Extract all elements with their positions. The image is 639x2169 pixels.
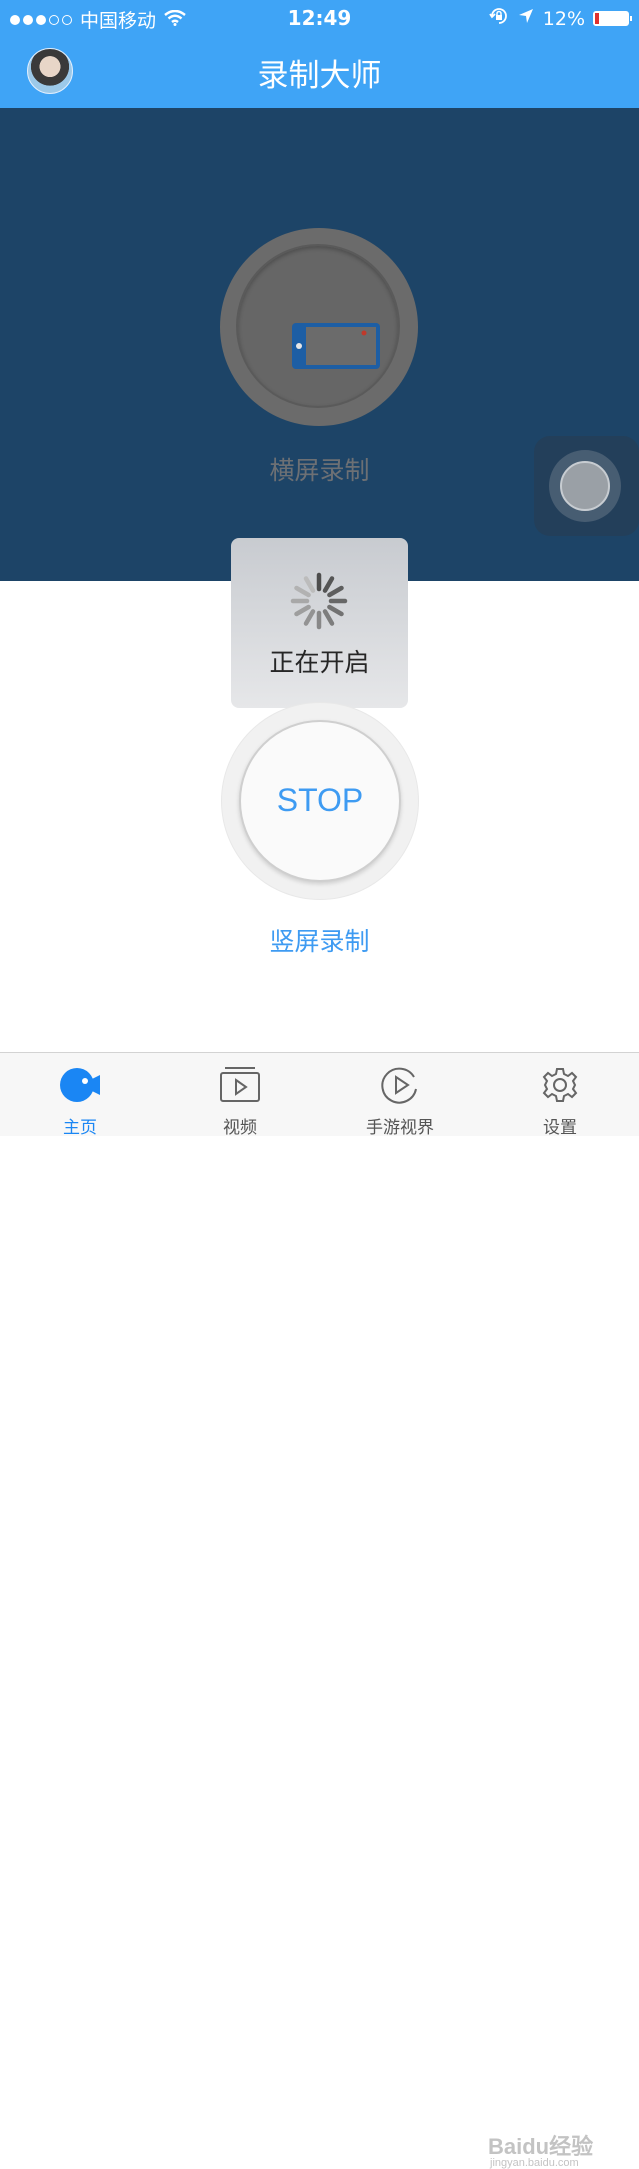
tab-bar: 主页 视频 手游视界 设置 Baidu经验 jingyan.baidu.com [0,1052,639,2169]
assistive-touch-button[interactable] [534,436,639,536]
landscape-phone-icon [292,323,380,369]
portrait-record-label[interactable]: 竖屏录制 [0,922,639,958]
nav-bar: 录制大师 [0,36,639,108]
orientation-lock-icon [489,6,509,31]
status-bar: 中国移动 12:49 12% [0,0,639,36]
status-right: 12% [489,6,632,31]
tab-home[interactable]: 主页 [0,1053,160,1138]
page-title: 录制大师 [257,58,382,94]
tab-label: 手游视界 [366,1118,434,1138]
spinner-icon [290,572,348,630]
loading-hud: 正在开启 [231,538,408,708]
portrait-record-button[interactable]: STOP [222,703,418,899]
landscape-record-button[interactable] [220,228,418,426]
battery-percent: 12% [542,7,585,30]
gear-icon [542,1068,578,1102]
tab-label: 主页 [63,1118,97,1138]
tab-label: 设置 [543,1118,577,1138]
tab-label: 视频 [223,1118,257,1138]
stop-label: STOP [276,782,364,818]
play-circle-icon [381,1067,417,1104]
location-arrow-icon [517,7,535,30]
video-icon [220,1067,260,1102]
landscape-button-inner [236,244,400,408]
home-camera-icon [60,1068,100,1102]
battery-icon [593,11,632,26]
tab-settings[interactable]: 设置 [480,1053,639,1138]
watermark-url: jingyan.baidu.com [490,2157,579,2169]
tab-game-view[interactable]: 手游视界 [320,1053,480,1138]
loading-text: 正在开启 [269,648,370,677]
stop-button[interactable]: STOP [239,720,401,882]
tab-video[interactable]: 视频 [160,1053,320,1138]
